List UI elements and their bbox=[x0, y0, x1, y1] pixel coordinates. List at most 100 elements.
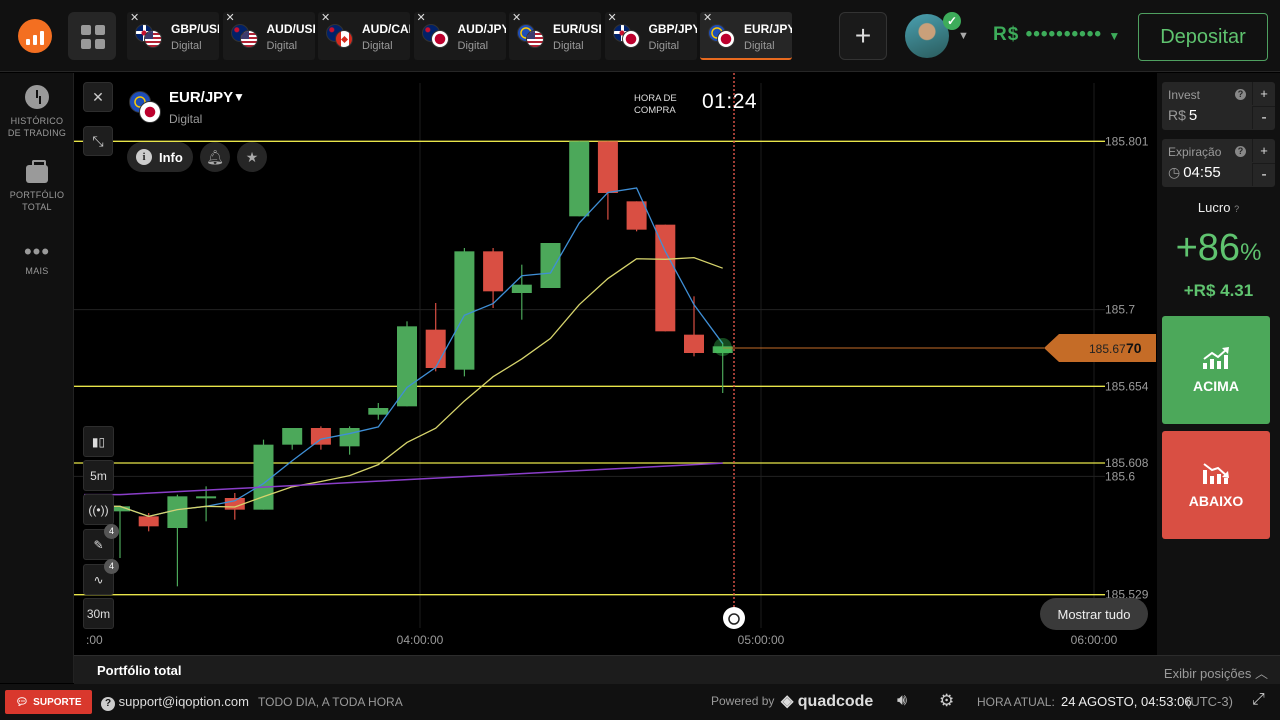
brand-name: quadcode bbox=[797, 693, 874, 710]
balance-value: R$ •••••••••• bbox=[993, 24, 1103, 45]
wave-icon: ∿ bbox=[93, 572, 104, 587]
tab-aud-usd[interactable]: ✕ AUD/USD Digital bbox=[222, 12, 315, 60]
y-axis-label: 185.7 bbox=[1105, 303, 1135, 317]
close-icon[interactable]: ✕ bbox=[226, 12, 235, 24]
invest-value[interactable]: R$ 5 bbox=[1168, 107, 1197, 124]
tab-aud-jpy[interactable]: ✕ AUD/JPY Digital bbox=[413, 12, 506, 60]
clock-icon: ◷ bbox=[1168, 164, 1181, 180]
broadcast-icon: ((•)) bbox=[88, 502, 109, 517]
timeframe-button[interactable]: 5m bbox=[83, 460, 114, 491]
candle-body bbox=[655, 224, 676, 332]
timeframe-label: 5m bbox=[90, 468, 107, 483]
briefcase-icon bbox=[26, 160, 48, 183]
asset-name[interactable]: EUR/JPY bbox=[169, 89, 233, 106]
drawing-tools-button[interactable]: ✎ 4 bbox=[83, 524, 119, 560]
support-button[interactable]: 💬︎ SUPORTE bbox=[5, 690, 92, 714]
invest-minus-button[interactable]: - bbox=[1252, 106, 1275, 129]
sidebar-item-total-portfolio[interactable]: PORTFÓLIO TOTAL bbox=[0, 159, 74, 213]
indicators-button[interactable]: ∿ 4 bbox=[83, 559, 119, 595]
close-icon[interactable]: ✕ bbox=[130, 12, 139, 24]
live-signal-button[interactable]: ((•)) bbox=[83, 494, 114, 525]
close-icon[interactable]: ✕ bbox=[703, 12, 712, 24]
indicator-count-badge: 4 bbox=[104, 559, 119, 574]
drawing-count-badge: 4 bbox=[104, 524, 119, 539]
sidebar-item-label: TOTAL bbox=[22, 202, 52, 212]
sidebar-item-more[interactable]: ••• MAIS bbox=[0, 241, 74, 277]
show-positions-link[interactable]: Exibir posições ︿ bbox=[1164, 663, 1268, 682]
chart-type-button[interactable]: ▮▯ bbox=[83, 426, 114, 457]
close-icon[interactable]: ✕ bbox=[321, 12, 330, 24]
asset-type: Digital bbox=[169, 112, 203, 126]
expiry-field[interactable]: Expiração ? ◷ 04:55 + - bbox=[1162, 139, 1275, 187]
chevron-down-icon[interactable]: ▼ bbox=[958, 30, 969, 42]
tab-gbp-jpy[interactable]: ✕ GBP/JPY Digital bbox=[604, 12, 697, 60]
favorite-button[interactable]: ★ bbox=[237, 142, 267, 172]
help-icon[interactable]: ? bbox=[1235, 146, 1246, 157]
close-chart-button[interactable]: ✕ bbox=[83, 82, 113, 112]
close-icon[interactable]: ✕ bbox=[608, 12, 617, 24]
expiry-minus-button[interactable]: - bbox=[1252, 163, 1275, 186]
invest-amount: 5 bbox=[1188, 107, 1198, 124]
expiry-plus-button[interactable]: + bbox=[1252, 139, 1275, 162]
pair-flags bbox=[135, 24, 163, 48]
close-icon[interactable]: ✕ bbox=[417, 12, 426, 24]
invest-field[interactable]: Invest ? R$ 5 + - bbox=[1162, 82, 1275, 130]
help-icon[interactable]: ? bbox=[1234, 204, 1239, 214]
asset-flags bbox=[129, 91, 163, 125]
call-up-label: ACIMA bbox=[1193, 378, 1239, 394]
star-icon: ★ bbox=[245, 148, 259, 165]
sidebar-item-trading-history[interactable]: HISTÓRICO DE TRADING bbox=[0, 85, 74, 139]
chat-icon: 💬︎ bbox=[15, 696, 29, 708]
invest-plus-button[interactable]: + bbox=[1252, 82, 1275, 105]
minimize-chart-button[interactable]: ⤡ bbox=[83, 126, 113, 156]
cad-flag-icon bbox=[335, 30, 353, 48]
fullscreen-icon[interactable]: ⤢ bbox=[1252, 691, 1265, 709]
sidebar-item-label: PORTFÓLIO bbox=[9, 190, 65, 200]
logo-icon[interactable] bbox=[18, 19, 52, 53]
balance-selector[interactable]: R$ •••••••••• ▼ bbox=[993, 24, 1121, 46]
profit-amount: +R$ 4.31 bbox=[1183, 281, 1254, 300]
chevron-down-icon: ▼ bbox=[1108, 29, 1122, 43]
tab-eur-usd[interactable]: ✕ EUR/USD Digital bbox=[509, 12, 601, 60]
profit-label: Lucro ? bbox=[1157, 200, 1280, 215]
expiry-value[interactable]: ◷ 04:55 bbox=[1168, 164, 1221, 181]
sound-icon[interactable]: 🔊︎ bbox=[897, 692, 907, 710]
quadcode-icon: ◈ bbox=[781, 693, 794, 710]
apps-grid-button[interactable] bbox=[68, 12, 116, 60]
show-all-button[interactable]: Mostrar tudo bbox=[1040, 598, 1148, 630]
y-axis-label: 185.801 bbox=[1105, 134, 1149, 148]
put-down-button[interactable]: ABAIXO bbox=[1162, 431, 1270, 539]
info-icon: i bbox=[136, 149, 152, 165]
sidebar-item-label: DE TRADING bbox=[7, 128, 67, 138]
tab-aud-cad[interactable]: ✕ AUD/CAD Digital bbox=[318, 12, 410, 60]
sidebar-item-label: MAIS bbox=[25, 266, 49, 276]
help-icon[interactable]: ? bbox=[1235, 89, 1246, 100]
support-email-link[interactable]: ? support@iqoption.com bbox=[101, 694, 249, 711]
quadcode-logo[interactable]: ◈ quadcode bbox=[781, 691, 873, 711]
chevron-down-icon[interactable]: ▼ bbox=[233, 90, 245, 104]
alerts-button[interactable]: 🔔︎ bbox=[200, 142, 230, 172]
usd-flag-icon bbox=[526, 30, 544, 48]
gear-icon[interactable]: ⚙ bbox=[939, 691, 954, 711]
profit-label-text: Lucro bbox=[1197, 200, 1231, 215]
range-button[interactable]: 30m bbox=[83, 598, 114, 629]
jpy-flag-icon bbox=[717, 30, 735, 48]
x-axis-label: 06:00:00 bbox=[1071, 633, 1118, 647]
portfolio-bar[interactable]: Portfólio total Exibir posições ︿ bbox=[74, 655, 1280, 684]
call-up-button[interactable]: ACIMA bbox=[1162, 316, 1270, 424]
info-button[interactable]: i Info bbox=[127, 142, 193, 172]
current-price-glow bbox=[713, 338, 732, 356]
price-chart[interactable]: 185.801 185.7 185.654 185.608 185.6 185.529 18… bbox=[74, 73, 1157, 655]
tab-label: AUD/CAD bbox=[362, 22, 410, 36]
tab-gbp-usd[interactable]: ✕ GBP/USD Digital bbox=[127, 12, 219, 60]
powered-by-label: Powered by bbox=[711, 694, 775, 708]
candle-body bbox=[626, 201, 647, 230]
current-time-value: 24 AGOSTO, 04:53:06 bbox=[1061, 694, 1192, 709]
close-icon[interactable]: ✕ bbox=[512, 12, 521, 24]
deposit-button[interactable]: Depositar bbox=[1138, 13, 1268, 61]
jpy-flag-icon bbox=[430, 30, 449, 48]
add-tab-button[interactable]: + bbox=[839, 12, 887, 60]
tab-eur-jpy[interactable]: ✕ EUR/JPY Digital bbox=[700, 12, 792, 60]
close-icon: ✕ bbox=[92, 88, 104, 105]
pair-flags bbox=[326, 24, 354, 48]
